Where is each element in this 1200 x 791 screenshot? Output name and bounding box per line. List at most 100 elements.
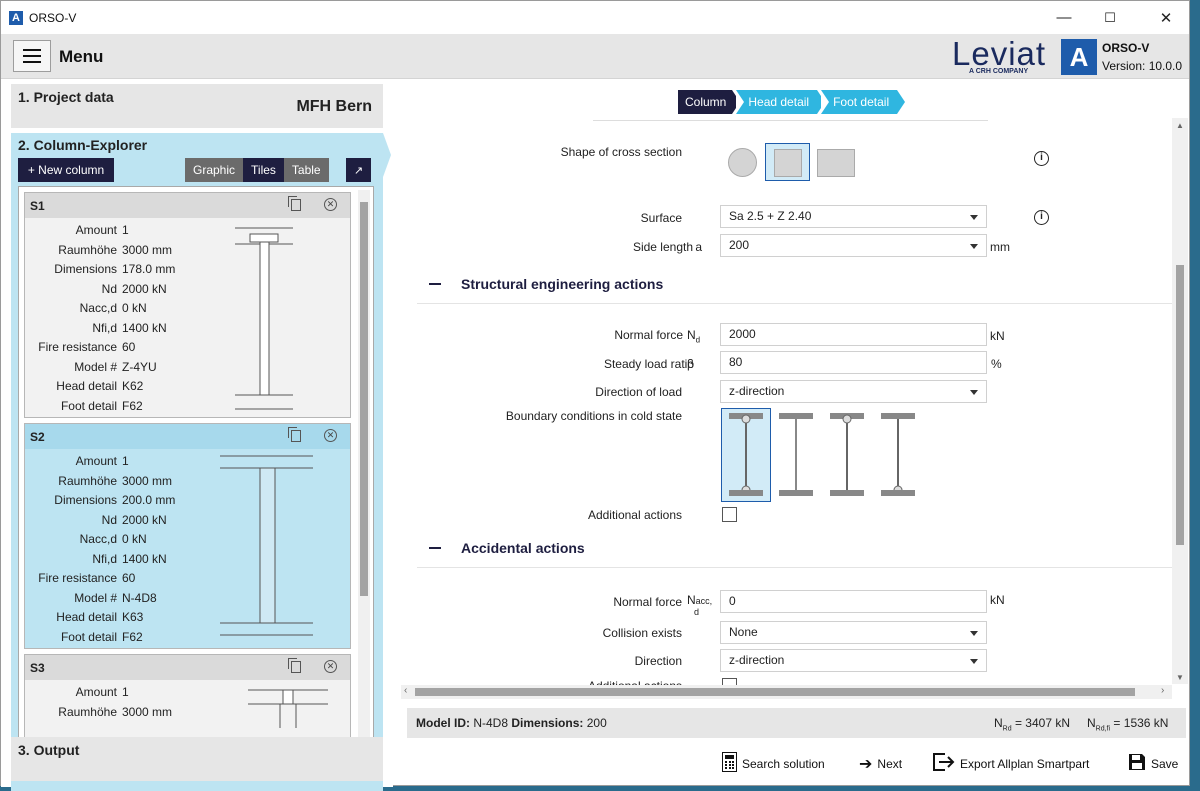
column-drawing [220,455,313,636]
nacc-input[interactable]: 0 [720,590,987,613]
delete-icon[interactable]: ✕ [324,429,337,442]
shape-rectangle-option[interactable] [817,149,855,177]
breadcrumb-head-detail[interactable]: Head detail [736,90,825,114]
property-label: Nfi,d [92,551,117,566]
column-card-s2[interactable]: S2 ✕ Amount 1 Raumhöhe 3000 mm Dimensions 200… [24,423,351,649]
export-smartpart-button[interactable]: Export Allplan Smartpart [933,752,1089,776]
info-icon[interactable]: i [1034,210,1049,225]
nacc-label: Normal force [613,595,682,609]
property-value: F62 [122,398,143,413]
project-name: MFH Bern [296,98,372,115]
normal-force-input[interactable]: 2000 [720,323,987,346]
project-data-section[interactable]: 1. Project data MFH Bern [11,84,383,128]
view-graphic-button[interactable]: Graphic [185,158,244,182]
property-row: Nd 2000 kN [25,282,352,300]
normal-force-unit: kN [990,329,1005,343]
copy-icon[interactable] [288,658,301,673]
form-horizontal-scrollbar[interactable]: ‹ › [401,685,1172,699]
surface-label: Surface [640,211,682,225]
minimize-button[interactable]: — [1041,1,1087,34]
shape-circle-option[interactable] [728,148,757,177]
expand-icon[interactable]: ↗ [346,158,371,182]
property-value: 1 [122,454,129,468]
boundary-option-3[interactable] [829,410,875,500]
direction-select[interactable]: z-direction [720,380,987,403]
structural-actions-header[interactable]: Structural engineering actions [417,266,1177,304]
property-value: Z-4YU [122,359,157,374]
collapse-icon[interactable] [429,283,441,285]
menu-label[interactable]: Menu [59,47,103,67]
property-label: Nacc,d [79,301,117,315]
next-button[interactable]: ➔ Next [859,752,902,776]
view-table-button[interactable]: Table [283,158,329,182]
accidental-actions-header[interactable]: Accidental actions [417,530,1177,568]
property-label: Amount [75,685,117,699]
side-length-select[interactable]: 200 [720,234,987,257]
additional-actions2-checkbox[interactable] [722,678,737,685]
property-row: Head detail K62 [25,379,352,397]
save-button[interactable]: Save [1128,752,1178,776]
normal-force-label: Normal force [614,328,683,342]
delete-icon[interactable]: ✕ [324,660,337,673]
property-value: 0 kN [122,301,147,315]
collision-select[interactable]: None [720,621,987,644]
model-summary: Model ID: N-4D8 Dimensions: 200 [416,716,607,730]
property-value: 1 [122,685,129,699]
property-label: Nfi,d [92,320,117,335]
breadcrumb-foot-detail[interactable]: Foot detail [821,90,906,114]
steady-load-input[interactable]: 80 [720,351,987,374]
nrdfi-value: NRd,fi = 1536 kN [1087,716,1169,733]
new-column-button[interactable]: + New column [18,158,114,182]
delete-icon[interactable]: ✕ [324,198,337,211]
property-value: 1 [122,223,129,237]
breadcrumb: Column Head detail Foot detail [678,90,906,114]
property-value: 60 [122,340,136,354]
additional-actions-label: Additional actions [587,508,682,522]
form-scrollbar[interactable]: ▲ ▼ [1172,118,1188,684]
shape-square-option[interactable] [765,143,810,181]
boundary-option-2[interactable] [778,410,824,500]
search-solution-button[interactable]: Search solution [722,751,825,777]
boundary-label: Boundary conditions in cold state [505,409,682,423]
property-row: Nacc,d 0 kN [25,301,352,319]
side-length-label: Side length [632,240,693,254]
property-value: 200.0 mm [122,493,176,507]
steady-load-unit: % [991,357,1002,371]
output-title: 3. Output [18,742,80,758]
property-label: Foot detail [60,398,117,413]
save-icon [1128,753,1146,776]
hamburger-menu-button[interactable] [13,40,51,72]
close-button[interactable]: ✕ [1143,1,1189,34]
breadcrumb-column[interactable]: Column [678,90,741,114]
copy-icon[interactable] [288,196,301,211]
additional-actions-checkbox[interactable] [722,507,737,522]
property-value: 2000 kN [122,512,167,527]
property-row: Fire resistance 60 [25,340,352,358]
property-row: Nfi,d 1400 kN [25,321,352,339]
info-icon[interactable]: i [1034,151,1049,166]
calculator-icon [722,751,737,777]
property-label: Head detail [56,610,117,624]
boundary-option-4[interactable] [880,410,926,500]
property-label: Dimensions [54,262,117,276]
status-bar: Model ID: N-4D8 Dimensions: 200 NRd = 34… [407,708,1186,738]
view-tiles-button[interactable]: Tiles [243,158,284,182]
direction2-select[interactable]: z-direction [720,649,987,672]
copy-icon[interactable] [288,427,301,442]
collapse-icon[interactable] [429,547,441,549]
property-label: Model # [74,359,117,374]
project-data-title: 1. Project data [18,89,114,105]
surface-select[interactable]: Sa 2.5 + Z 2.40 [720,205,987,228]
column-id: S2 [30,430,45,444]
column-drawing [248,689,328,728]
nacc-symbol: Nacc, d [687,593,713,617]
app-name: ORSO-V [1102,41,1150,55]
column-list-scrollbar[interactable] [358,190,370,774]
dimensions-value: 200 [586,716,607,730]
property-label: Fire resistance [38,571,117,585]
maximize-button[interactable]: ☐ [1087,1,1133,34]
output-section[interactable]: 3. Output [11,737,383,781]
column-card-s1[interactable]: S1 ✕ Amount 1 Raumhöhe 3000 mm Dimensions 178… [24,192,351,418]
property-value: K62 [122,379,144,393]
boundary-option-1[interactable] [721,408,771,502]
